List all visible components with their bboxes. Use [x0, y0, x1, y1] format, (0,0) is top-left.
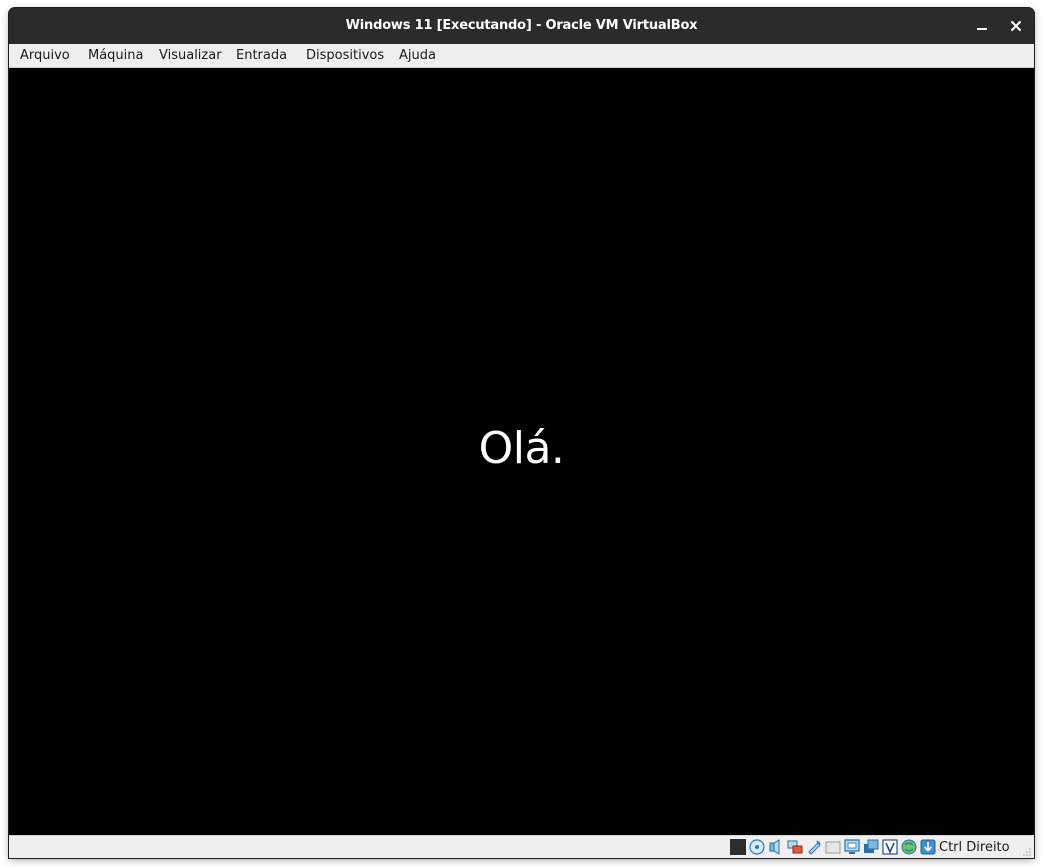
shared-folders-icon[interactable]	[825, 839, 841, 855]
minimize-icon	[977, 28, 987, 30]
menu-visualizar[interactable]: Visualizar	[159, 44, 222, 67]
vm-screen-icon[interactable]	[730, 839, 746, 855]
menu-ajuda[interactable]: Ajuda	[399, 44, 436, 67]
usb-icon[interactable]	[806, 839, 822, 855]
mouse-integration-icon[interactable]	[901, 839, 917, 855]
menu-maquina[interactable]: Máquina	[88, 44, 144, 67]
menu-bar: Arquivo Máquina Visualizar Entrada Dispo…	[9, 44, 1034, 68]
host-key-label: Ctrl Direito	[939, 840, 1010, 855]
status-bar: Ctrl Direito	[9, 835, 1034, 858]
minimize-button[interactable]	[972, 16, 992, 36]
title-bar[interactable]: Windows 11 [Executando] - Oracle VM Virt…	[9, 8, 1034, 44]
virtualization-engine-icon[interactable]	[882, 839, 898, 855]
keyboard-capture-icon[interactable]	[920, 839, 936, 855]
greeting-text: Olá.	[478, 423, 565, 474]
close-icon	[1011, 21, 1021, 31]
menu-entrada[interactable]: Entrada	[236, 44, 287, 67]
menu-arquivo[interactable]: Arquivo	[20, 44, 70, 67]
resize-grip-icon[interactable]	[1022, 847, 1032, 857]
network-icon[interactable]	[787, 839, 803, 855]
optical-drive-icon[interactable]	[749, 839, 765, 855]
virtualbox-window: Windows 11 [Executando] - Oracle VM Virt…	[9, 8, 1034, 858]
video-capture-icon[interactable]	[863, 839, 879, 855]
display-icon[interactable]	[844, 839, 860, 855]
guest-display[interactable]: Olá.	[9, 68, 1034, 835]
close-button[interactable]	[1006, 16, 1026, 36]
audio-icon[interactable]	[768, 839, 784, 855]
window-title: Windows 11 [Executando] - Oracle VM Virt…	[345, 18, 698, 33]
menu-dispositivos[interactable]: Dispositivos	[306, 44, 384, 67]
